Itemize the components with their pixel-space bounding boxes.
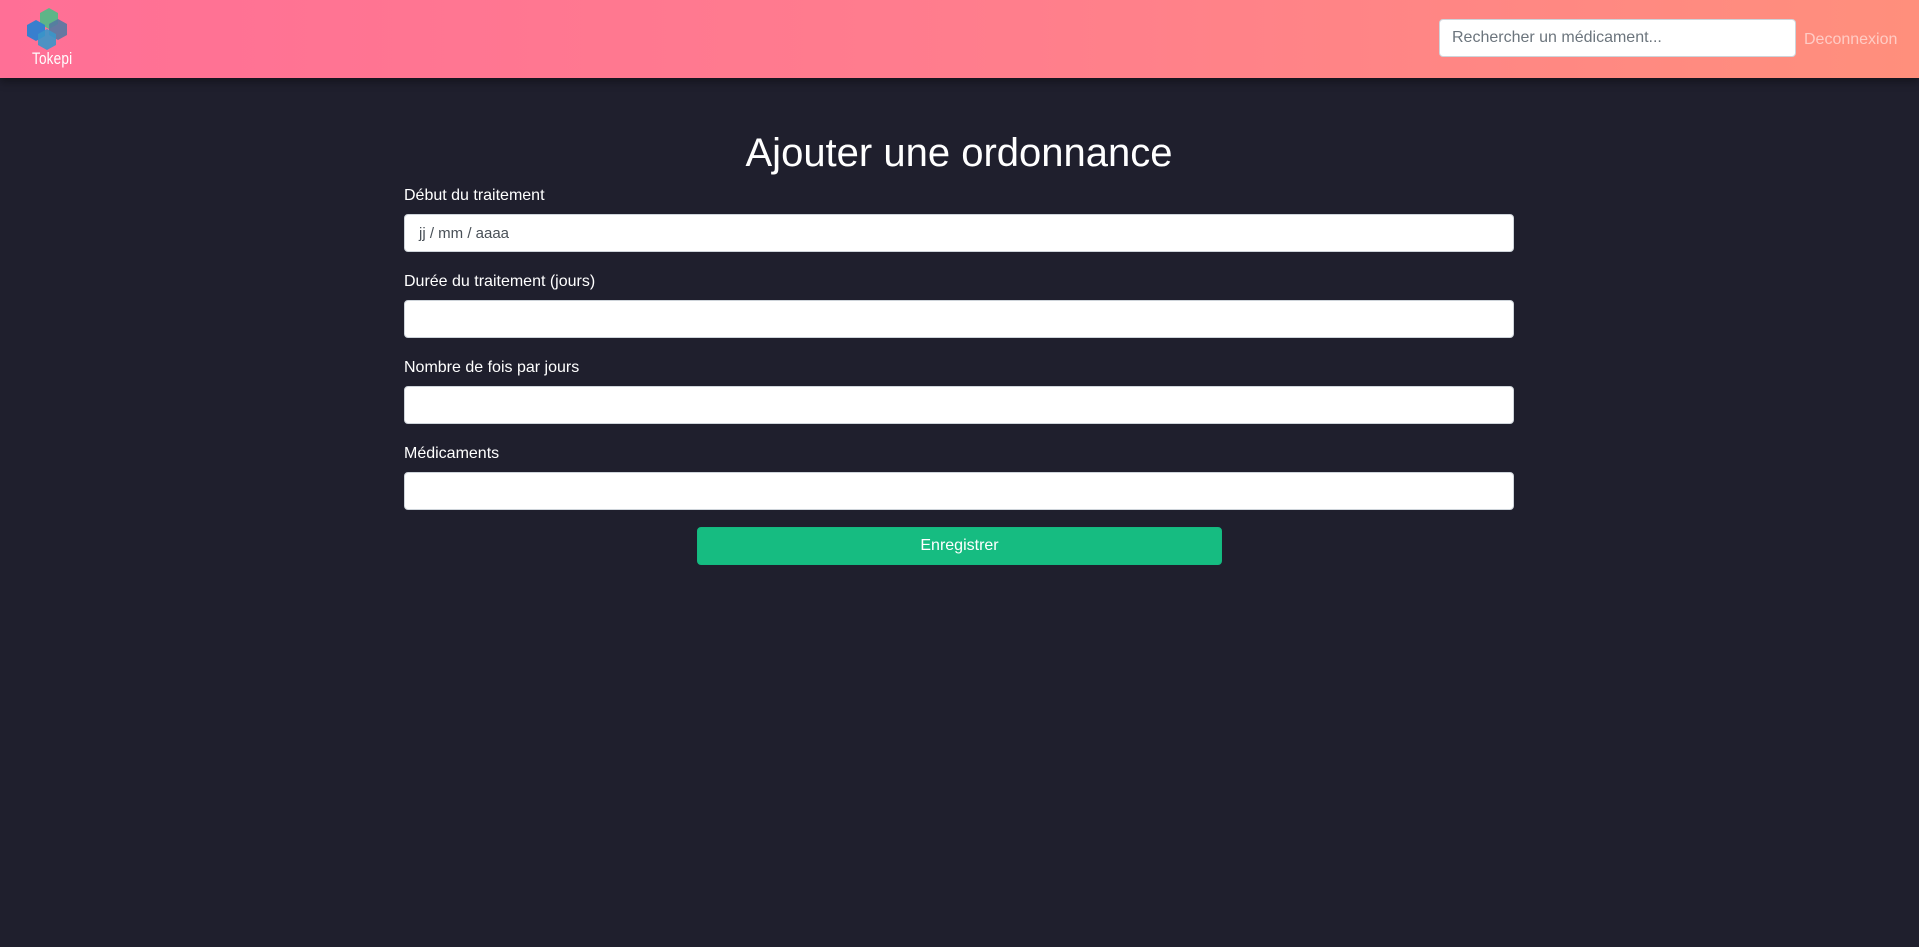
start-date-placeholder: jj / mm / aaaa	[419, 224, 510, 242]
page-title: Ajouter une ordonnance	[745, 131, 1173, 175]
duration-input[interactable]	[404, 300, 1514, 338]
main-content: Ajouter une ordonnance Début du traiteme…	[0, 78, 1919, 947]
times-per-day-field-group: Nombre de fois par jours	[404, 357, 1514, 424]
logout-link[interactable]: Deconnexion	[1804, 31, 1897, 49]
tokepi-logo-icon	[27, 8, 67, 50]
start-date-label: Début du traitement	[404, 187, 545, 204]
times-per-day-label: Nombre de fois par jours	[404, 359, 580, 376]
duration-label: Durée du traitement (jours)	[404, 273, 596, 290]
medication-search-input[interactable]	[1439, 19, 1796, 57]
times-per-day-input[interactable]	[404, 386, 1514, 424]
save-button[interactable]: Enregistrer	[697, 527, 1222, 565]
medications-input[interactable]	[404, 472, 1514, 510]
medications-field-group: Médicaments	[404, 443, 1514, 510]
brand-logo-link[interactable]: Tokepi	[22, 7, 78, 73]
top-navbar: Tokepi Deconnexion	[0, 0, 1919, 78]
medications-label: Médicaments	[404, 445, 500, 462]
start-date-input[interactable]: jj / mm / aaaa	[404, 214, 1514, 252]
duration-field-group: Durée du traitement (jours)	[404, 271, 1514, 338]
brand-name: Tokepi	[32, 49, 73, 68]
start-date-field-group: Début du traitement jj / mm / aaaa	[404, 185, 1514, 252]
